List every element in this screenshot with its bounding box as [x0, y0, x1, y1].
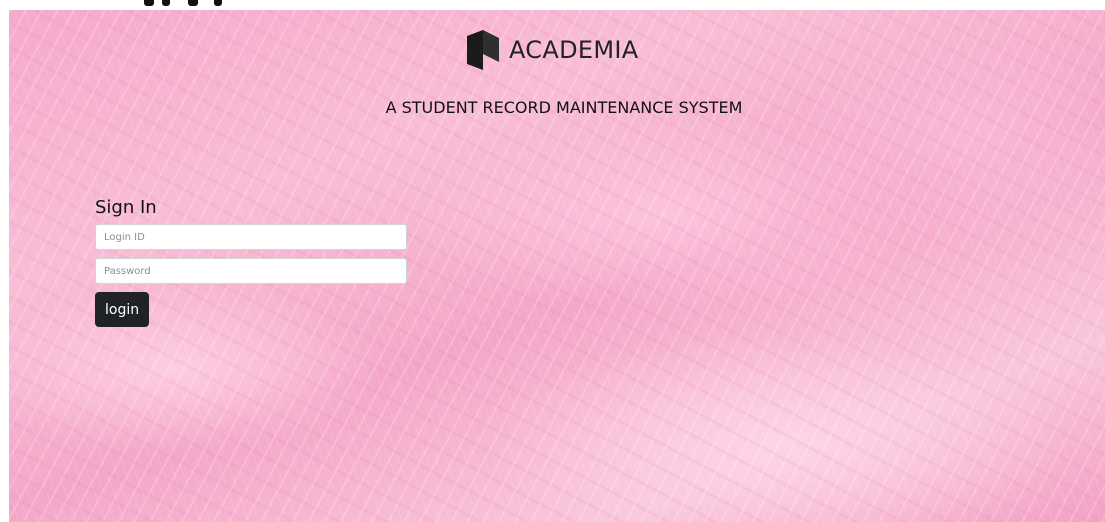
brand-header: ACADEMIA — [465, 30, 638, 70]
brand-name: ACADEMIA — [509, 36, 639, 64]
academia-logo-icon — [467, 30, 499, 70]
login-button[interactable]: login — [95, 292, 150, 327]
password-input[interactable] — [95, 258, 407, 284]
login-page-background: ACADEMIA A STUDENT RECORD MAINTENANCE SY… — [9, 10, 1105, 522]
cropped-glyph — [214, 0, 222, 6]
cropped-glyph — [144, 0, 154, 6]
cropped-glyph — [188, 0, 198, 6]
top-cropped-strip — [0, 0, 1105, 10]
signin-form: Sign In login — [95, 197, 407, 327]
cropped-glyph — [162, 0, 170, 6]
signin-title: Sign In — [95, 197, 157, 218]
login-id-input[interactable] — [95, 224, 407, 250]
page-subtitle: A STUDENT RECORD MAINTENANCE SYSTEM — [385, 98, 743, 117]
